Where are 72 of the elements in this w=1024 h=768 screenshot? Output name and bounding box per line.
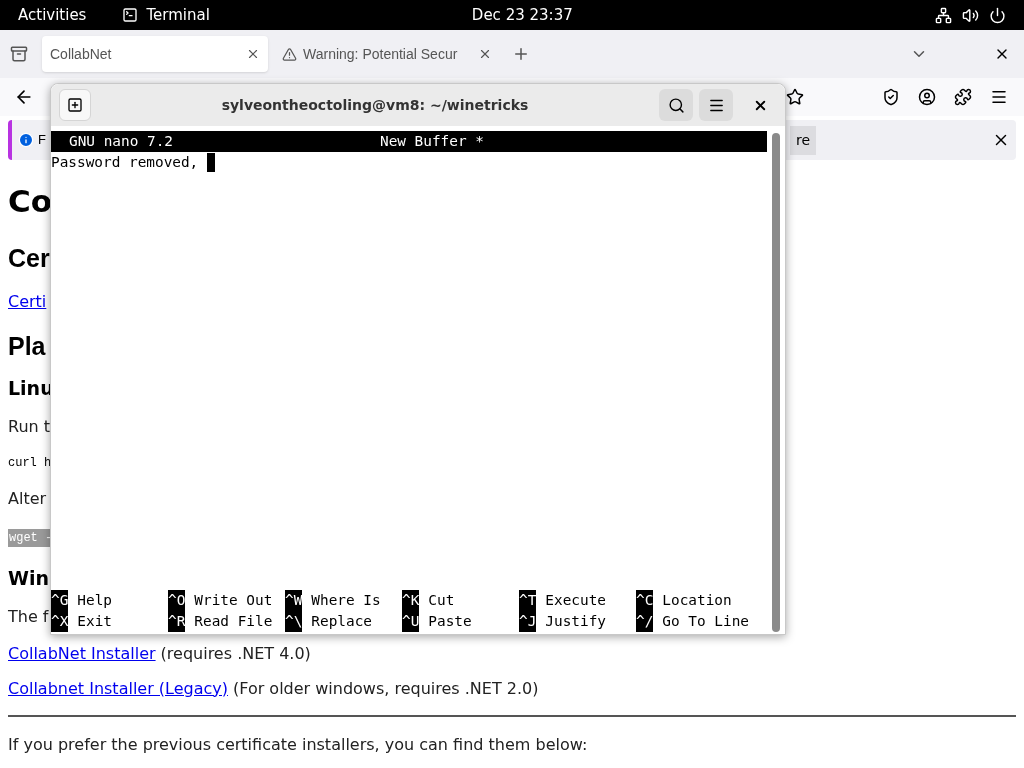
shortcut-label: Write Out — [194, 591, 273, 610]
scrollbar[interactable] — [772, 133, 780, 632]
code-line: curl h — [8, 455, 52, 472]
section-heading: Pla — [8, 333, 46, 359]
search-button[interactable] — [659, 89, 693, 121]
menu-icon[interactable] — [990, 88, 1008, 106]
shortcut-label: Help — [77, 591, 112, 610]
shortcut-key: ^J — [519, 611, 537, 632]
paragraph: Run t — [8, 416, 51, 438]
warning-icon — [282, 46, 297, 62]
shortcut-label: Justify — [545, 612, 606, 631]
link[interactable]: Certi — [8, 290, 47, 314]
notification-text: F — [38, 131, 46, 150]
shortcut-label: Where Is — [311, 591, 381, 610]
shortcut-label: Go To Line — [662, 612, 749, 631]
shortcut-key: ^O — [168, 590, 186, 611]
volume-icon[interactable] — [962, 6, 979, 24]
extensions-icon[interactable] — [954, 88, 972, 106]
shortcut-key: ^W — [285, 590, 303, 611]
tab-title: Warning: Potential Secur — [303, 44, 459, 64]
shortcut-key: ^X — [51, 611, 69, 632]
notification-button[interactable]: re — [789, 125, 816, 155]
bookmark-star-icon[interactable] — [786, 88, 804, 106]
section-heading: Cer — [8, 245, 50, 271]
paragraph: If you prefer the previous certificate installers, you can find them below: — [8, 734, 588, 756]
text-line: Password removed, — [51, 153, 200, 172]
buffer-name: New Buffer * — [379, 132, 484, 151]
shortcut-label: Read File — [194, 612, 273, 631]
search-icon — [667, 96, 685, 114]
new-tab-icon — [67, 97, 83, 113]
note-text: (requires .NET 4.0) — [160, 642, 311, 665]
shortcut-label: Replace — [311, 612, 372, 631]
shortcut-label: Execute — [545, 591, 606, 610]
new-tab-icon[interactable] — [512, 45, 530, 63]
close-tab-icon[interactable] — [246, 47, 260, 61]
shortcut-key: ^\ — [285, 611, 303, 632]
shortcut-key: ^U — [402, 611, 420, 632]
tray-icon[interactable] — [10, 45, 28, 63]
shortcut-key: ^/ — [636, 611, 654, 632]
browser-tab[interactable]: CollabNet — [42, 36, 268, 72]
power-icon[interactable] — [989, 6, 1006, 24]
shortcut-key: ^G — [51, 590, 69, 611]
paragraph: The f — [8, 606, 49, 628]
shortcut-label: Paste — [428, 612, 472, 631]
activities-button[interactable]: Activities — [18, 3, 87, 27]
shortcut-label: Location — [662, 591, 732, 610]
shortcut-label: Exit — [77, 612, 112, 631]
note-text: (For older windows, requires .NET 2.0) — [233, 677, 539, 700]
network-icon[interactable] — [935, 6, 952, 24]
new-tab-button[interactable] — [59, 89, 91, 121]
shortcut-key: ^R — [168, 611, 186, 632]
paragraph: Alter — [8, 488, 47, 510]
page-heading: Co — [8, 185, 53, 217]
tab-title: CollabNet — [50, 44, 113, 64]
clock[interactable]: Dec 23 23:37 — [471, 3, 573, 27]
close-tab-icon[interactable] — [478, 47, 492, 61]
terminal-icon — [122, 7, 139, 23]
shortcut-label: Cut — [428, 591, 455, 610]
info-icon — [18, 132, 34, 148]
app-name[interactable]: Terminal — [146, 3, 210, 27]
window-title: sylveontheoctoling@vm8: ~/winetricks — [220, 95, 530, 115]
account-icon[interactable] — [918, 88, 936, 106]
shortcut-key: ^T — [519, 590, 537, 611]
link[interactable]: Collabnet Installer (Legacy) — [8, 676, 228, 701]
link[interactable]: CollabNet Installer — [8, 641, 156, 666]
subsection-heading: Win — [8, 568, 49, 588]
shortcut-key: ^K — [402, 590, 420, 611]
browser-tab[interactable]: Warning: Potential Secur — [274, 36, 500, 72]
shield-icon[interactable] — [882, 88, 900, 106]
shortcut-key: ^C — [636, 590, 654, 611]
nano-version: GNU nano 7.2 — [69, 132, 173, 151]
menu-button[interactable] — [699, 89, 733, 121]
